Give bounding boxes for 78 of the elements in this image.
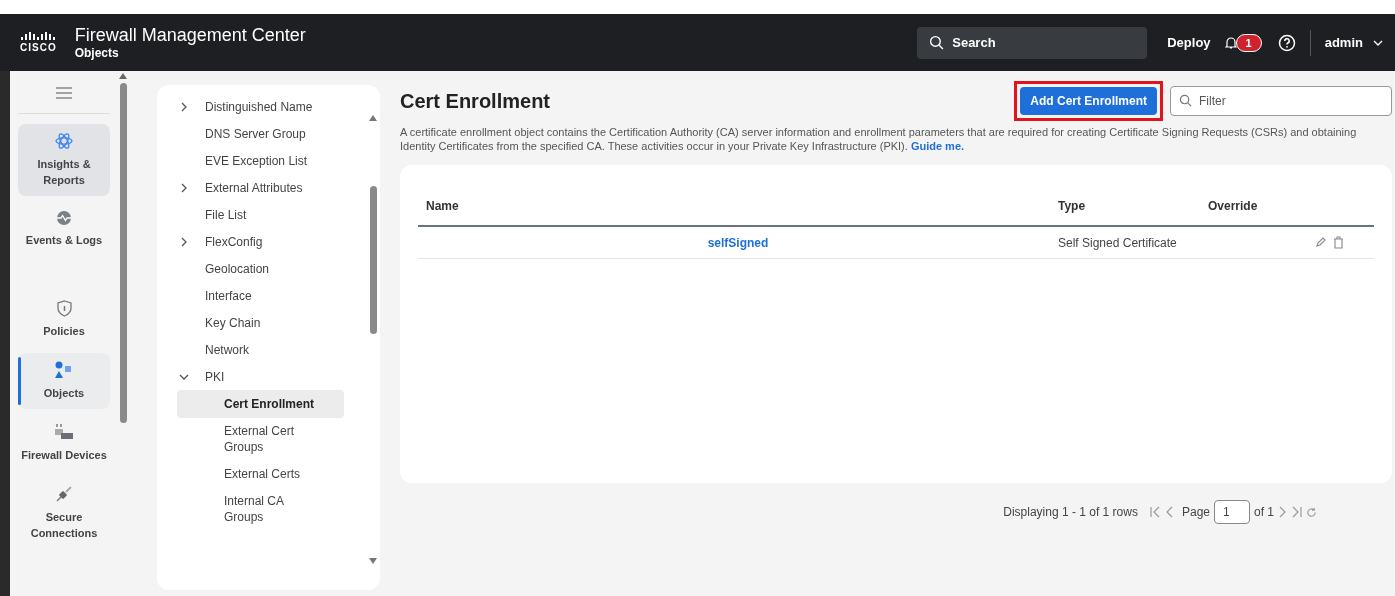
shield-icon	[56, 300, 72, 317]
notification-badge: 1	[1235, 33, 1262, 52]
nav-label: Events & Logs	[25, 233, 103, 248]
description-text: A certificate enrollment object contains the Certification Authority (CA) server information and enrollment parameters that are required for creating Certificate Signing Requests (CSRs) and obtaining Identity Certificates from the specified CA. These activities occur in your Private Key Infrastructure (PKI). Guide me.	[400, 125, 1358, 153]
scroll-down-icon[interactable]	[369, 558, 377, 564]
chevron-right-icon[interactable]	[181, 183, 187, 193]
scroll-up-icon[interactable]	[369, 115, 377, 121]
chevron-down-icon	[1373, 39, 1383, 46]
column-header: Override	[1208, 199, 1258, 213]
notifications-button[interactable]: 1	[1224, 33, 1262, 52]
nav-item[interactable]: Firewall Devices	[18, 415, 110, 471]
tree-item[interactable]: File List	[205, 207, 247, 223]
device-icon	[54, 423, 74, 441]
search-icon	[929, 34, 945, 50]
guide-link[interactable]: Guide me.	[910, 140, 965, 152]
nav-item[interactable]: Policies	[18, 292, 110, 347]
scroll-up-icon[interactable]	[119, 73, 127, 79]
column-header: Type	[1058, 199, 1086, 213]
chevron-right-icon[interactable]	[181, 237, 187, 247]
shapes-icon	[54, 361, 74, 379]
tree-item[interactable]: FlexConfig	[205, 234, 263, 250]
nav-label: Objects	[43, 386, 85, 401]
chevron-right-icon[interactable]	[181, 102, 187, 112]
page-count: of 1	[1254, 504, 1274, 521]
refresh-icon[interactable]	[1306, 506, 1317, 518]
page-input[interactable]: 1	[1214, 500, 1250, 524]
tree-item[interactable]: Network	[205, 342, 249, 358]
app-section: Objects	[74, 44, 918, 61]
tree-item[interactable]: DNS Server Group	[205, 126, 306, 142]
bell-icon	[1224, 35, 1237, 50]
delete-icon[interactable]	[1333, 236, 1344, 249]
pulse-icon	[56, 210, 72, 226]
page-title: Cert Enrollment	[400, 89, 552, 114]
column-header: Name	[426, 199, 459, 213]
selected-indicator	[18, 357, 21, 405]
tree-item[interactable]: Geolocation	[205, 261, 270, 277]
next-page-icon[interactable]	[1278, 505, 1288, 519]
deploy-button[interactable]: Deploy	[1167, 32, 1211, 53]
nav-item[interactable]: Secure Connections	[18, 477, 110, 549]
tree-item[interactable]: External Attributes	[205, 180, 303, 196]
tree-item[interactable]: Internal CA Groups	[177, 493, 344, 525]
nav-label: Insights & Reports	[36, 157, 92, 188]
search-field[interactable]: Search	[917, 26, 1148, 59]
table-cell: Self Signed Certificate	[1058, 235, 1177, 250]
edit-icon[interactable]	[1315, 236, 1327, 248]
add-cert-enrollment-button[interactable]: Add Cert Enrollment	[1020, 87, 1157, 115]
search-icon	[1179, 94, 1192, 107]
atom-icon	[55, 132, 73, 150]
tree-item[interactable]: Cert Enrollment	[177, 390, 344, 418]
tree-item[interactable]: Distinguished Name	[205, 99, 313, 115]
tree-item[interactable]: EVE Exception List	[205, 153, 308, 169]
menu-icon[interactable]	[56, 87, 72, 99]
tree-item[interactable]: External Cert Groups	[177, 423, 344, 455]
pagination-summary: Displaying 1 - 1 of 1 rows	[1003, 504, 1138, 521]
nav-label: Policies	[43, 324, 85, 339]
nav-item[interactable]: Objects	[18, 353, 110, 409]
nav-label: Firewall Devices	[21, 448, 107, 463]
filter-field[interactable]: Filter	[1170, 86, 1392, 116]
tree-item[interactable]: Interface	[205, 288, 252, 304]
last-page-icon[interactable]	[1292, 505, 1302, 519]
nav-label: Secure Connections	[29, 510, 99, 541]
plug-icon	[55, 485, 73, 503]
scrollbar-thumb[interactable]	[369, 185, 377, 334]
help-icon[interactable]	[1277, 33, 1296, 52]
first-page-icon[interactable]	[1149, 505, 1160, 519]
name-link[interactable]: selfSigned	[707, 235, 769, 250]
logo-text: CISCO	[20, 41, 57, 54]
user-menu[interactable]: admin	[1324, 32, 1383, 53]
nav-item[interactable]: Insights & Reports	[18, 124, 110, 196]
app-title: Firewall Management Center	[74, 24, 307, 45]
page-label: Page	[1181, 504, 1210, 521]
tree-item[interactable]: Key Chain	[205, 315, 261, 331]
logo-bars-icon	[21, 31, 56, 42]
scrollbar-thumb[interactable]	[119, 83, 127, 423]
tree-item[interactable]: External Certs	[177, 466, 344, 482]
tree-item[interactable]: PKI	[205, 369, 225, 385]
nav-item[interactable]: Events & Logs	[18, 202, 110, 256]
chevron-down-icon[interactable]	[179, 374, 189, 380]
